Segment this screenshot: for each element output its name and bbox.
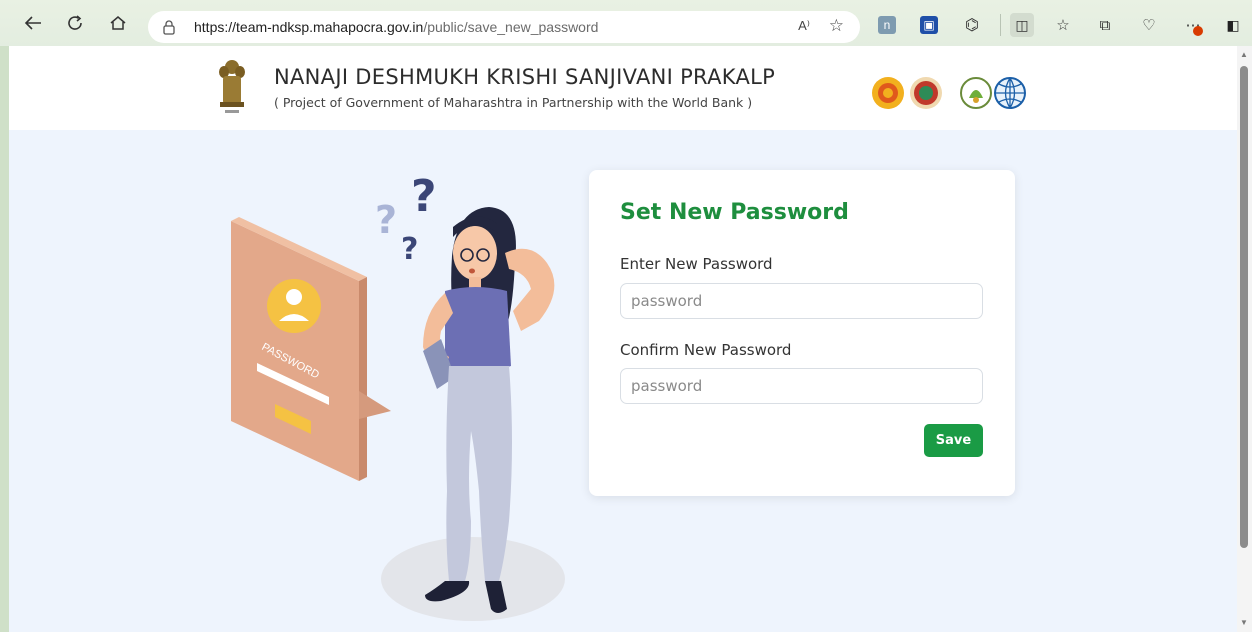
notification-badge [1193, 26, 1203, 36]
site-header: NANAJI DESHMUKH KRISHI SANJIVANI PRAKALP… [9, 46, 1237, 130]
question-mark-icon: ? [411, 171, 437, 222]
agriculture-department-logo [910, 77, 942, 109]
address-bar[interactable]: https://team-ndksp.mahapocra.gov.in/publ… [148, 11, 860, 43]
site-title: NANAJI DESHMUKH KRISHI SANJIVANI PRAKALP [274, 65, 776, 89]
favorite-star-icon[interactable]: ☆ [829, 16, 844, 36]
home-icon[interactable] [107, 12, 129, 34]
browser-essentials-icon[interactable]: ♡ [1140, 16, 1158, 34]
split-screen-icon[interactable]: ◫ [1010, 13, 1034, 37]
read-aloud-icon[interactable]: A⁾ [798, 18, 810, 34]
favorites-icon[interactable]: ☆ [1054, 16, 1072, 34]
url-text[interactable]: https://team-ndksp.mahapocra.gov.in/publ… [194, 19, 598, 35]
scroll-up-arrow-icon[interactable]: ▲ [1240, 50, 1248, 59]
url-host: https://team-ndksp.mahapocra.gov.in [194, 19, 424, 35]
site-info-icon[interactable] [162, 19, 176, 40]
pocra-logo [960, 77, 992, 109]
collections-icon[interactable]: ⧉ [1096, 16, 1114, 34]
confused-woman-illustration: PASSWORD ? ? ? [231, 171, 565, 621]
refresh-icon[interactable] [64, 12, 86, 34]
toolbar-divider [1000, 14, 1001, 36]
card-title: Set New Password [620, 200, 849, 225]
new-password-label: Enter New Password [620, 255, 773, 273]
new-password-input[interactable] [620, 283, 983, 319]
extension-n-icon[interactable]: n [878, 16, 896, 34]
browser-toolbar: https://team-ndksp.mahapocra.gov.in/publ… [0, 0, 1252, 46]
question-mark-icon: ? [401, 232, 418, 267]
extensions-icon[interactable]: ⌬ [963, 16, 981, 34]
scroll-down-arrow-icon[interactable]: ▼ [1240, 618, 1248, 627]
url-path: /public/save_new_password [423, 19, 599, 35]
confirm-password-label: Confirm New Password [620, 341, 792, 359]
set-password-card: Set New Password Enter New Password Conf… [589, 170, 1015, 496]
world-bank-logo [994, 77, 1026, 109]
confirm-password-input[interactable] [620, 368, 983, 404]
page-viewport: NANAJI DESHMUKH KRISHI SANJIVANI PRAKALP… [9, 46, 1252, 632]
back-icon[interactable] [22, 12, 44, 34]
question-mark-icon: ? [375, 198, 397, 242]
site-subtitle: ( Project of Government of Maharashtra i… [274, 95, 753, 110]
save-button[interactable]: Save [924, 424, 983, 457]
vertical-scrollbar[interactable]: ▲ ▼ [1237, 46, 1252, 632]
extension-puzzle-blue-icon[interactable]: ▣ [920, 16, 938, 34]
sidebar-toggle-icon[interactable]: ◧ [1224, 16, 1242, 34]
maharashtra-seal-logo [872, 77, 904, 109]
state-emblem-icon [219, 60, 245, 113]
scrollbar-thumb[interactable] [1240, 66, 1248, 548]
